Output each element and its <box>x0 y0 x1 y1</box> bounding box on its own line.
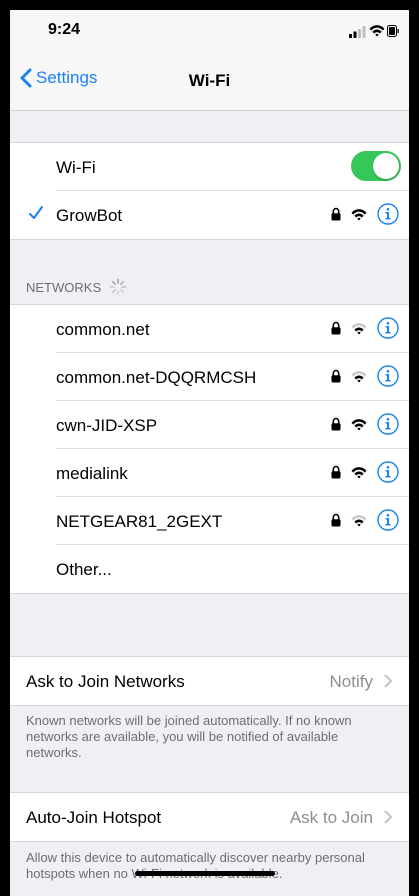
network-name: cwn-JID-XSP <box>56 416 158 435</box>
ask-to-join-footnote: Known networks will be joined automatica… <box>26 713 352 760</box>
auto-join-group: Auto-Join Hotspot Ask to Join <box>10 792 409 842</box>
ask-to-join-label: Ask to Join Networks <box>26 672 185 691</box>
status-bar: 9:24 <box>10 10 409 56</box>
info-icon[interactable] <box>377 413 399 435</box>
wifi-strength-icon <box>351 370 367 382</box>
network-name: medialink <box>56 464 128 483</box>
wifi-strength-icon <box>351 514 367 526</box>
ask-to-join-row[interactable]: Ask to Join Networks Notify <box>10 657 409 705</box>
page-title: Wi-Fi <box>188 71 231 90</box>
networks-list: common.net common.net-DQQRMCSH cwn-JID-X… <box>10 304 409 594</box>
network-name: NETGEAR81_2GEXT <box>56 512 223 531</box>
networks-header-label: NETWORKS <box>26 279 102 295</box>
network-name: common.net-DQQRMCSH <box>56 368 257 387</box>
info-icon[interactable] <box>377 203 399 225</box>
status-time: 9:24 <box>48 21 81 38</box>
auto-join-value: Ask to Join <box>289 808 373 827</box>
home-indicator[interactable] <box>135 871 275 876</box>
wifi-strength-icon <box>351 208 367 220</box>
networks-header: NETWORKS <box>26 278 127 296</box>
status-icons <box>349 24 399 43</box>
lock-icon <box>331 207 341 221</box>
chevron-right-icon <box>384 810 392 824</box>
other-network-row[interactable]: Other... <box>10 545 409 593</box>
other-label: Other... <box>56 560 112 579</box>
connected-network-row[interactable]: GrowBot <box>10 191 409 239</box>
auto-join-label: Auto-Join Hotspot <box>26 808 162 827</box>
wifi-settings-screen: 9:24 Settings Wi-Fi Wi-Fi GrowBot NETWOR… <box>10 10 409 896</box>
network-row[interactable]: medialink <box>10 449 409 497</box>
info-icon[interactable] <box>377 509 399 531</box>
lock-icon <box>331 465 341 479</box>
lock-icon <box>331 369 341 383</box>
auto-join-row[interactable]: Auto-Join Hotspot Ask to Join <box>10 793 409 841</box>
wifi-strength-icon <box>351 466 367 478</box>
wifi-strength-icon <box>351 322 367 334</box>
lock-icon <box>331 417 341 431</box>
network-row[interactable]: NETGEAR81_2GEXT <box>10 497 409 545</box>
network-name: common.net <box>56 320 150 339</box>
ask-to-join-group: Ask to Join Networks Notify <box>10 656 409 706</box>
lock-icon <box>331 513 341 527</box>
toggle-knob <box>373 153 399 179</box>
connected-network-name: GrowBot <box>56 206 123 225</box>
lock-icon <box>331 321 341 335</box>
network-row[interactable]: cwn-JID-XSP <box>10 401 409 449</box>
checkmark-icon <box>29 206 43 219</box>
info-icon[interactable] <box>377 461 399 483</box>
loading-spinner-icon <box>109 278 127 296</box>
auto-join-footnote: Allow this device to automatically disco… <box>26 850 365 881</box>
wifi-strength-icon <box>351 418 367 430</box>
info-icon[interactable] <box>377 317 399 339</box>
ask-to-join-value: Notify <box>329 672 373 691</box>
info-icon[interactable] <box>377 365 399 387</box>
wifi-icon <box>369 25 385 37</box>
network-row[interactable]: common.net-DQQRMCSH <box>10 353 409 401</box>
wifi-toggle-row: Wi-Fi <box>10 143 409 191</box>
wifi-toggle[interactable] <box>351 151 401 181</box>
wifi-group: Wi-Fi GrowBot <box>10 142 409 240</box>
navigation-bar: Settings Wi-Fi <box>10 56 409 111</box>
wifi-label: Wi-Fi <box>56 158 96 177</box>
chevron-right-icon <box>384 674 392 688</box>
battery-icon <box>387 25 399 37</box>
signal-icon <box>349 26 366 38</box>
network-row[interactable]: common.net <box>10 305 409 353</box>
